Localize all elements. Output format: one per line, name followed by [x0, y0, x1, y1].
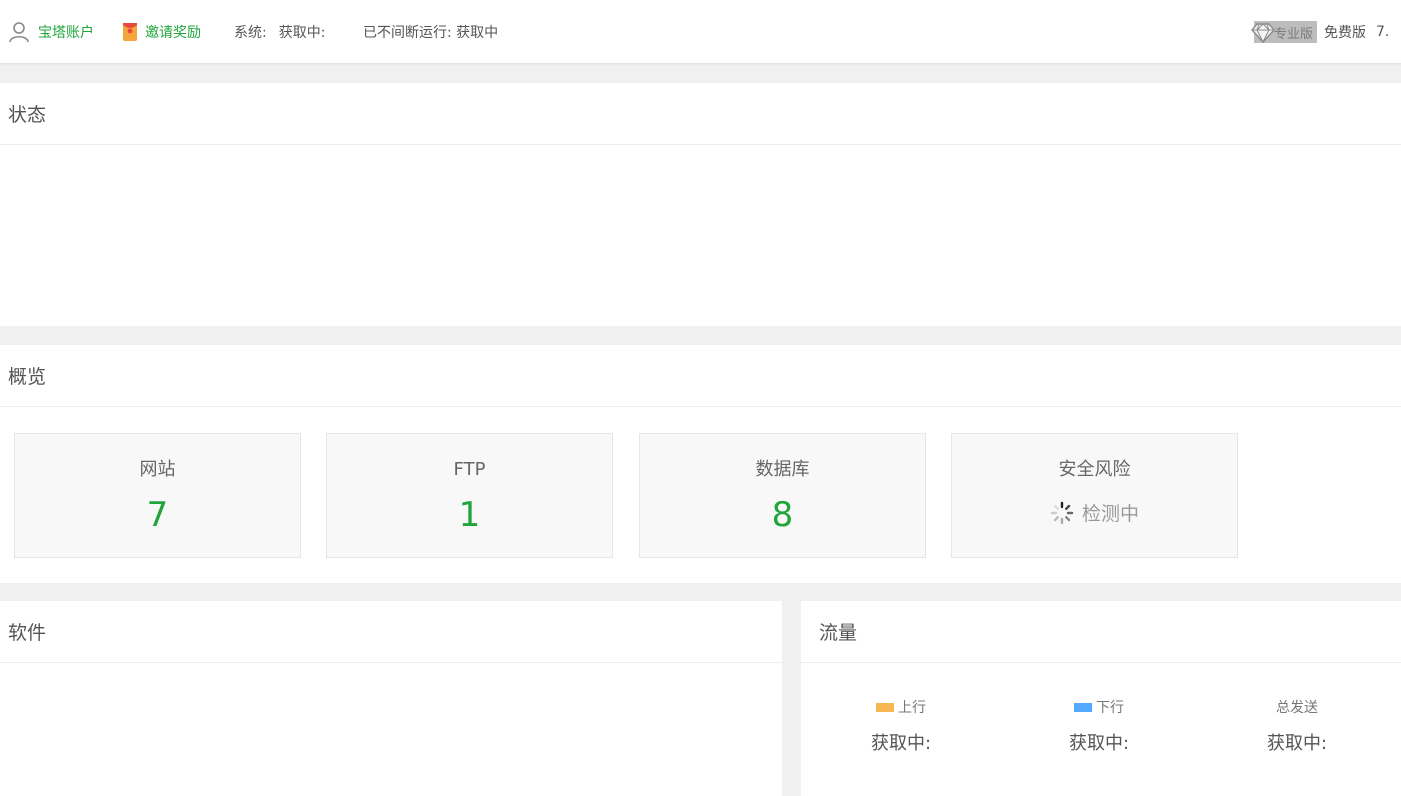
pro-edition-badge[interactable]: 专业版 [1251, 21, 1318, 44]
software-panel: 软件 [0, 601, 782, 796]
diamond-icon [1251, 23, 1275, 44]
download-label: 下行 [1096, 700, 1124, 716]
card-value[interactable]: 7 [15, 495, 300, 535]
pro-label: 专业版 [1274, 26, 1314, 42]
traffic-title: 流量 [801, 601, 1401, 663]
upload-value: 获取中: [870, 733, 932, 754]
card-label: FTP [453, 459, 486, 480]
traffic-download: 下行 获取中: [999, 697, 1199, 755]
invite-link[interactable]: 邀请奖励 [122, 0, 201, 64]
total-sent-value: 获取中: [1266, 733, 1328, 754]
account-link[interactable]: 宝塔账户 [8, 0, 94, 64]
traffic-upload: 上行 获取中: [801, 697, 1001, 755]
overview-title: 概览 [0, 345, 1401, 407]
user-icon [9, 22, 29, 43]
total-sent-label: 总发送 [1276, 700, 1318, 716]
download-legend-swatch [1074, 702, 1092, 712]
upload-label: 上行 [898, 700, 926, 716]
loading-spinner-icon [1050, 501, 1074, 524]
overview-card-database[interactable]: 数据库 8 [639, 433, 926, 558]
card-label: 安全风险 [1058, 459, 1131, 480]
version-area: 专业版 免费版 7. [1251, 0, 1390, 64]
traffic-panel: 流量 上行 获取中: 下行 获取中: 总发送 获取中: [801, 601, 1401, 796]
status-panel: 状态 [0, 83, 1401, 326]
uptime-label: 已不间断运行: 获取中 [363, 25, 499, 41]
security-checking: 检测中 [952, 499, 1237, 526]
status-title: 状态 [0, 83, 1401, 145]
download-value: 获取中: [1068, 733, 1130, 754]
red-envelope-icon [123, 23, 137, 41]
free-edition-label: 免费版 [1324, 25, 1367, 41]
version-number: 7. [1376, 24, 1390, 40]
overview-card-sites[interactable]: 网站 7 [14, 433, 301, 558]
uptime-info: 已不间断运行: 获取中 [363, 0, 498, 64]
card-value[interactable]: 8 [640, 495, 925, 535]
card-value[interactable]: 1 [327, 495, 612, 535]
overview-card-security[interactable]: 安全风险 检测中 [951, 433, 1238, 558]
system-info: 系统: 获取中: [234, 0, 325, 64]
card-label: 网站 [139, 459, 176, 480]
system-label: 系统: [234, 25, 267, 41]
software-title: 软件 [0, 601, 782, 663]
traffic-total-sent: 总发送 获取中: [1197, 697, 1397, 755]
invite-label: 邀请奖励 [145, 25, 201, 41]
overview-card-ftp[interactable]: FTP 1 [326, 433, 613, 558]
overview-panel: 概览 网站 7 FTP 1 数据库 8 安全风险 检测中 [0, 345, 1401, 583]
top-bar: 宝塔账户 邀请奖励 系统: 获取中: 已不间断运行: 获取中 专业版 免费版 7… [0, 0, 1401, 64]
account-label: 宝塔账户 [38, 25, 94, 41]
system-value: 获取中: [278, 25, 326, 41]
card-label: 数据库 [755, 459, 810, 480]
security-status: 检测中 [1081, 503, 1139, 525]
upload-legend-swatch [876, 702, 894, 712]
